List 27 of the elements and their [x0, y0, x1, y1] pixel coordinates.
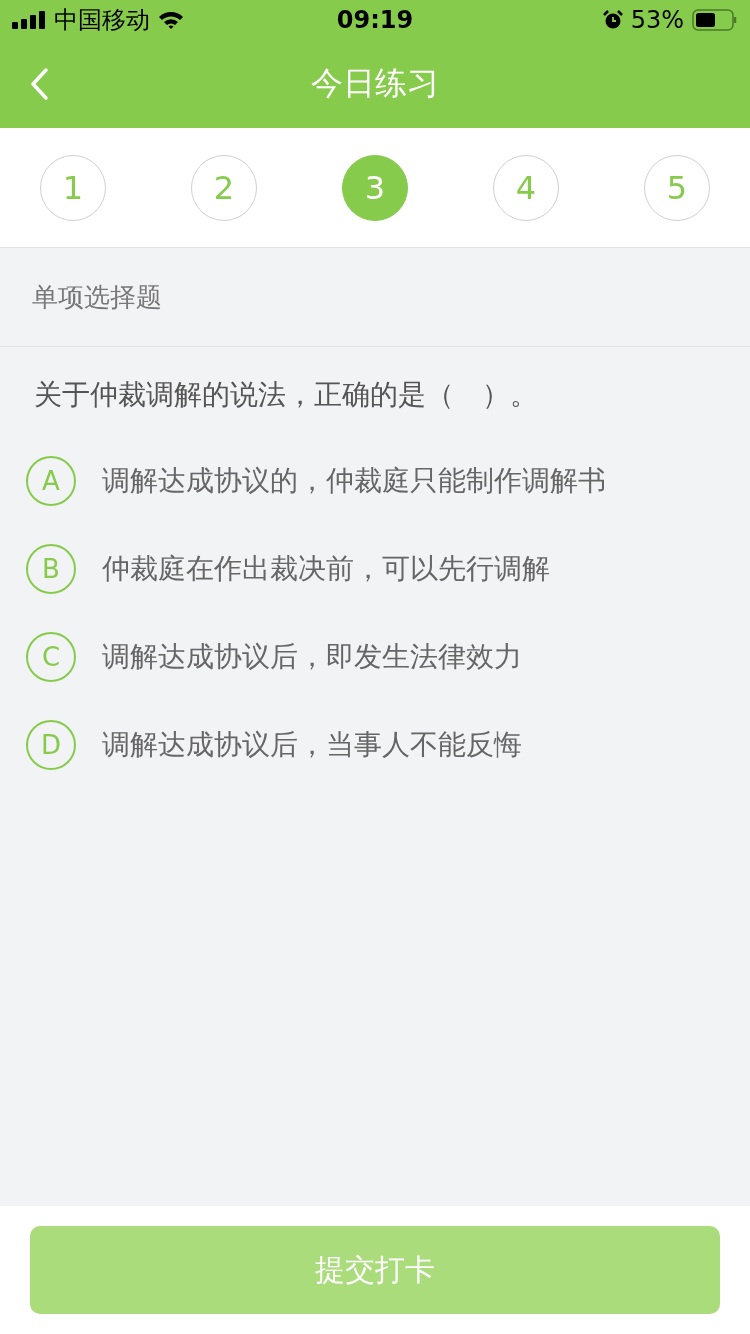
option-letter: D [26, 720, 76, 770]
battery-icon [692, 9, 738, 31]
carrier-name: 中国移动 [54, 5, 150, 36]
answer-option[interactable]: C 调解达成协议后，即发生法律效力 [26, 613, 724, 701]
question-number-tab[interactable]: 1 [40, 154, 106, 221]
question-text: 关于仲裁调解的说法，正确的是（ ）。 [34, 377, 539, 413]
question-number-tab[interactable]: 5 [644, 154, 710, 221]
option-text: 仲裁庭在作出裁决前，可以先行调解 [102, 551, 550, 587]
question-number-tab[interactable]: 3 [342, 154, 408, 221]
option-letter: B [26, 544, 76, 594]
option-text: 调解达成协议后，即发生法律效力 [102, 639, 522, 675]
wifi-icon [158, 10, 184, 30]
battery-percent: 53% [630, 6, 684, 34]
answer-option[interactable]: B 仲裁庭在作出裁决前，可以先行调解 [26, 525, 724, 613]
option-letter: A [26, 456, 76, 506]
question-number-tab[interactable]: 4 [493, 154, 559, 221]
answer-option[interactable]: D 调解达成协议后，当事人不能反悔 [26, 701, 724, 789]
option-text: 调解达成协议的，仲裁庭只能制作调解书 [102, 463, 606, 499]
question-number-tab[interactable]: 2 [191, 154, 257, 221]
signal-icon [12, 11, 46, 29]
nav-title: 今日练习 [311, 63, 439, 104]
option-letter: C [26, 632, 76, 682]
alarm-icon [602, 10, 623, 30]
answer-option[interactable]: A 调解达成协议的，仲裁庭只能制作调解书 [26, 437, 724, 525]
option-text: 调解达成协议后，当事人不能反悔 [102, 727, 522, 763]
status-time: 09:19 [335, 6, 415, 34]
question-type: 单项选择题 [32, 280, 162, 314]
